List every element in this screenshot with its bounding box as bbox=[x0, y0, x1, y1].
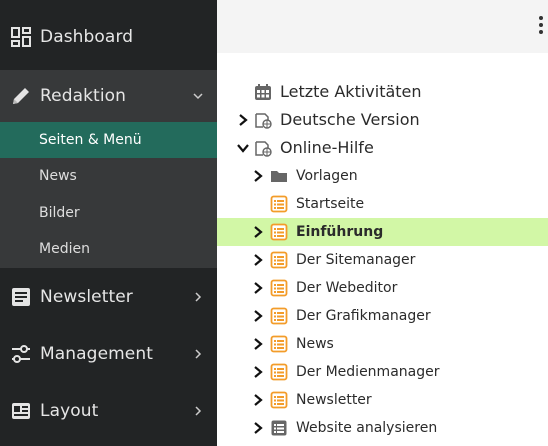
tree-row-medienmanager[interactable]: Der Medienmanager bbox=[217, 358, 548, 386]
chevron-down-icon[interactable] bbox=[237, 141, 249, 155]
page-icon bbox=[270, 251, 288, 269]
tree-label: Vorlagen bbox=[296, 168, 358, 184]
page-icon bbox=[270, 363, 288, 381]
nav-layout[interactable]: Layout bbox=[0, 387, 217, 435]
page-icon bbox=[270, 391, 288, 409]
redaktion-submenu: Seiten & Menü News Bilder Medien bbox=[0, 121, 217, 268]
page-icon bbox=[270, 307, 288, 325]
tree-row-webeditor[interactable]: Der Webeditor bbox=[217, 274, 548, 302]
tree-row-vorlagen[interactable]: Vorlagen bbox=[217, 162, 548, 190]
subnav-seiten-menu[interactable]: Seiten & Menü bbox=[0, 122, 217, 158]
page-icon bbox=[270, 223, 288, 241]
sidebar: Dashboard Redaktion Seiten & Menü News B… bbox=[0, 0, 217, 446]
chevron-right-icon[interactable] bbox=[252, 281, 264, 295]
chevron-right-icon[interactable] bbox=[252, 253, 264, 267]
more-options-icon[interactable] bbox=[538, 16, 544, 36]
chevron-right-icon bbox=[195, 292, 202, 302]
chevron-right-icon[interactable] bbox=[252, 365, 264, 379]
tree-row-einfuehrung[interactable]: Einführung bbox=[217, 218, 548, 246]
page-icon bbox=[270, 279, 288, 297]
tree-label: Online-Hilfe bbox=[280, 138, 374, 157]
tree-row-newsletter[interactable]: Newsletter bbox=[217, 386, 548, 414]
tree-label: Website analysieren bbox=[296, 420, 438, 436]
chevron-right-icon[interactable] bbox=[237, 113, 249, 127]
page-icon bbox=[270, 195, 288, 213]
tree-row-deutsche-version[interactable]: Deutsche Version bbox=[217, 106, 548, 134]
tree-row-website-analysieren[interactable]: Website analysieren bbox=[217, 414, 548, 442]
chevron-right-icon bbox=[195, 406, 202, 416]
chevron-down-icon bbox=[193, 92, 203, 99]
chevron-right-icon[interactable] bbox=[252, 309, 264, 323]
top-bar bbox=[217, 0, 548, 53]
newsletter-icon bbox=[12, 288, 30, 306]
tree-label: Der Medienmanager bbox=[296, 364, 440, 380]
subnav-bilder[interactable]: Bilder bbox=[0, 195, 217, 231]
layout-icon bbox=[12, 403, 30, 419]
tree-label: Der Grafikmanager bbox=[296, 308, 431, 324]
tree-row-news[interactable]: News bbox=[217, 330, 548, 358]
chevron-right-icon[interactable] bbox=[252, 225, 264, 239]
tree-label: News bbox=[296, 336, 334, 352]
sliders-icon bbox=[12, 345, 30, 363]
tree-row-sitemanager[interactable]: Der Sitemanager bbox=[217, 246, 548, 274]
website-icon bbox=[255, 141, 272, 157]
chevron-right-icon[interactable] bbox=[252, 393, 264, 407]
tree-label: Letzte Aktivitäten bbox=[280, 82, 422, 101]
page-tree: Letzte Aktivitäten Deutsche Version Onli… bbox=[217, 53, 548, 446]
subnav-news[interactable]: News bbox=[0, 158, 217, 194]
nav-redaktion-label: Redaktion bbox=[40, 85, 127, 106]
tree-label: Einführung bbox=[296, 224, 384, 240]
tree-label: Newsletter bbox=[296, 392, 372, 408]
nav-newsletter-label: Newsletter bbox=[40, 287, 133, 307]
nav-newsletter[interactable]: Newsletter bbox=[0, 273, 217, 321]
page-icon bbox=[270, 335, 288, 353]
nav-dashboard-label: Dashboard bbox=[40, 27, 134, 47]
tree-row-grafikmanager[interactable]: Der Grafikmanager bbox=[217, 302, 548, 330]
chevron-right-icon[interactable] bbox=[252, 337, 264, 351]
tree-label: Startseite bbox=[296, 196, 365, 212]
tree-row-startseite[interactable]: Startseite bbox=[217, 190, 548, 218]
chevron-right-icon bbox=[195, 349, 202, 359]
tree-label: Der Sitemanager bbox=[296, 252, 416, 268]
tree-label: Deutsche Version bbox=[280, 110, 420, 129]
subnav-medien[interactable]: Medien bbox=[0, 231, 217, 267]
tree-row-recent[interactable]: Letzte Aktivitäten bbox=[217, 78, 548, 106]
tree-row-online-hilfe[interactable]: Online-Hilfe bbox=[217, 134, 548, 162]
calendar-icon bbox=[255, 84, 271, 100]
folder-icon bbox=[271, 171, 287, 182]
nav-management-label: Management bbox=[40, 344, 153, 364]
dashboard-icon bbox=[11, 27, 31, 47]
nav-redaktion[interactable]: Redaktion bbox=[0, 70, 217, 121]
chevron-right-icon[interactable] bbox=[252, 421, 264, 435]
nav-dashboard[interactable]: Dashboard bbox=[0, 13, 217, 61]
chevron-right-icon[interactable] bbox=[252, 169, 264, 183]
pencil-icon bbox=[13, 87, 29, 104]
nav-management[interactable]: Management bbox=[0, 330, 217, 378]
list-icon bbox=[271, 420, 287, 436]
website-icon bbox=[255, 113, 272, 129]
tree-label: Der Webeditor bbox=[296, 280, 398, 296]
nav-layout-label: Layout bbox=[40, 401, 99, 421]
